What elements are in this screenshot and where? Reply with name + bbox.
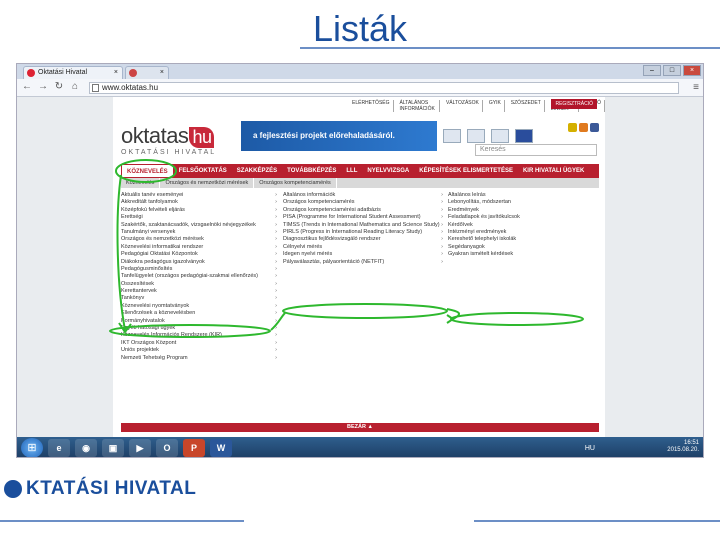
word-icon[interactable]: W [210,439,232,457]
ie-icon[interactable]: e [48,439,70,457]
browser-nav-bar: ← → ↻ ⌂ www.oktatas.hu ≡ [17,79,703,97]
outlook-icon[interactable]: O [156,439,178,457]
window-controls: – □ × [643,65,701,76]
powerpoint-icon[interactable]: P [183,439,205,457]
close-tab-icon[interactable]: × [160,67,164,79]
explorer-icon[interactable]: ▣ [102,439,124,457]
footer-logo-text: KTATÁSI HIVATAL [26,478,197,499]
system-clock[interactable]: 16:51 2015.08.20. [667,440,699,454]
minimize-button[interactable]: – [643,65,661,76]
language-indicator[interactable]: HU [585,445,595,452]
menu-icon[interactable]: ≡ [693,82,699,93]
url-text: www.oktatas.hu [102,83,159,92]
reload-icon[interactable]: ↻ [53,81,65,92]
back-arrow-icon[interactable]: ← [21,81,33,92]
favicon-icon [129,69,137,77]
circle-kozneveles [115,159,177,183]
chrome-icon[interactable]: ◉ [75,439,97,457]
maximize-button[interactable]: □ [663,65,681,76]
arrow-line-2 [270,312,286,331]
start-button[interactable]: ⊞ [21,438,43,457]
logo-dot-icon [4,480,22,498]
arrow-line-1 [116,174,126,331]
browser-tab-bar: Oktatási Hivatal × × – □ × [17,64,703,79]
close-window-button[interactable]: × [683,65,701,76]
circle-kompetenciameres [282,303,448,319]
footer-rule-right [474,520,720,522]
address-bar[interactable]: www.oktatas.hu [89,82,679,94]
close-tab-icon[interactable]: × [114,67,118,79]
clock-date: 2015.08.20. [667,447,699,453]
clock-time: 16:51 [683,440,699,446]
circle-telephelyi-iskolak [450,312,584,326]
browser-screenshot: Oktatási Hivatal × × – □ × ← → ↻ ⌂ www.o… [16,63,704,458]
forward-arrow-icon[interactable]: → [37,81,49,92]
windows-taskbar: ⊞ e ◉ ▣ ▶ O P W HU 16:51 2015.08.20. [17,437,703,457]
browser-tab-second[interactable]: × [125,66,169,79]
green-annotations [109,159,584,338]
footer-logo: KTATÁSI HIVATAL [4,478,196,500]
media-player-icon[interactable]: ▶ [129,439,151,457]
browser-tab-label: Oktatási Hivatal [38,69,88,76]
browser-tab-oktatas[interactable]: Oktatási Hivatal × [23,66,123,79]
home-icon[interactable]: ⌂ [69,81,81,92]
circle-orszagos-meresek [109,324,271,338]
favicon-icon [27,69,35,77]
title-underline [300,47,720,49]
footer-rule-left [0,520,244,522]
page-icon [92,84,99,92]
web-page: ELÉRHETŐSÉG ÁLTALÁNOS INFORMÁCIÓK VÁLTOZ… [17,97,703,437]
slide-title: Listák [312,8,408,49]
